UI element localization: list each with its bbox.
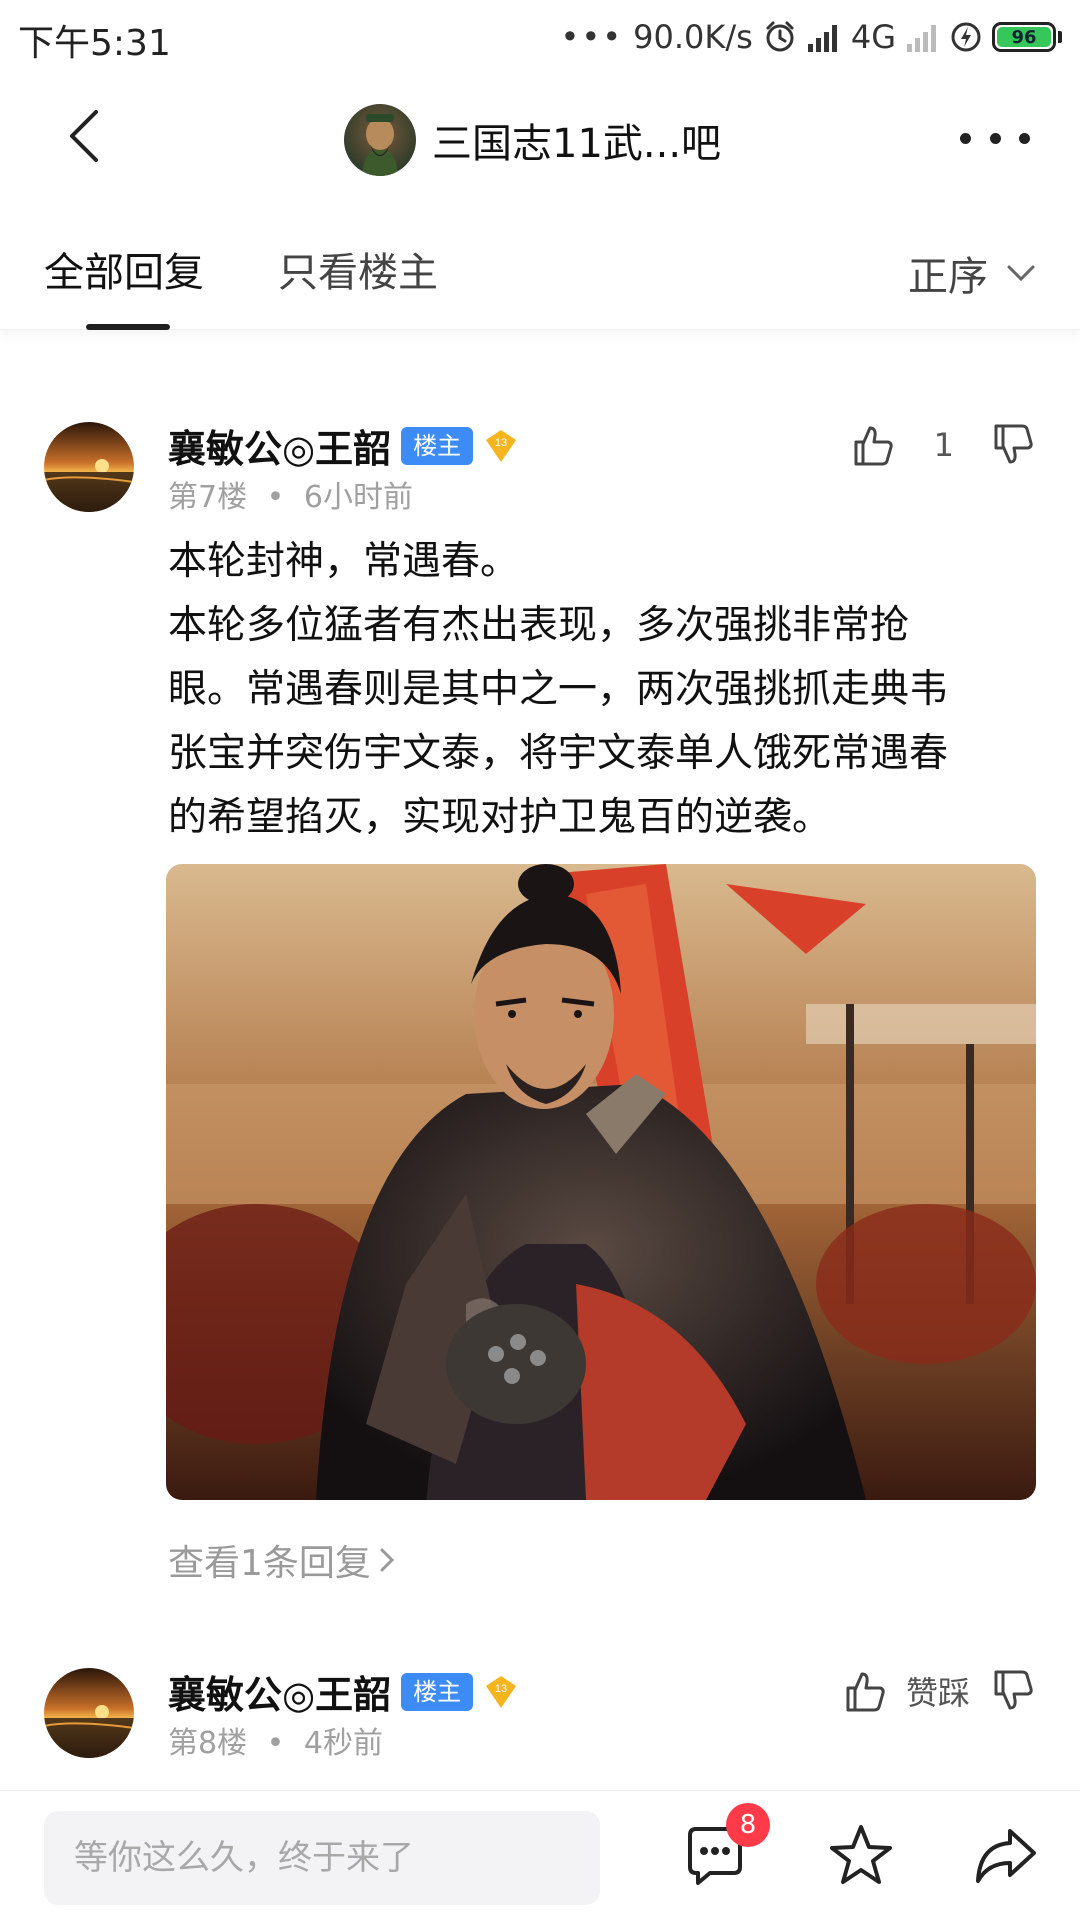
message-count-badge: 8 [726,1803,770,1847]
view-replies-label: 查看1条回复 [168,1543,371,1584]
tab-all-replies[interactable]: 全部回复 [44,240,204,298]
status-bar: 下午5:31 ••• 90.0K/s 4G 96 [0,0,1080,76]
star-icon[interactable] [826,1821,896,1891]
chevron-right-icon [380,1548,395,1572]
reply-post: 襄敏公◎王韶 楼主 13 第7楼 • 6小时前 1 本轮封神，常遇春。 本轮多位… [0,418,1080,1584]
username[interactable]: 襄敏公◎王韶 [168,1664,391,1719]
post-meta: 第8楼 • 4秒前 [168,1718,383,1762]
signal-bars-empty-icon [907,25,936,52]
battery-indicator: 96 [992,22,1062,52]
level-number: 13 [495,437,507,449]
chevron-down-icon [1007,265,1035,282]
more-button[interactable] [960,110,1030,166]
tab-active-indicator [86,324,170,330]
vote-controls: 赞踩 [842,1668,1036,1714]
thumbs-up-icon[interactable] [842,1668,888,1714]
net-speed: 90.0K/s [633,18,753,56]
vote-controls: 1 [850,422,1036,468]
username-row: 襄敏公◎王韶 楼主 13 [168,418,519,473]
bottom-bar: 等你这么久，终于来了 8 [0,1790,1080,1920]
status-icons: ••• 90.0K/s 4G 96 [561,16,1062,58]
level-number: 13 [495,1683,507,1695]
content-line: 眼。常遇春则是其中之一，两次强挑抓走典韦 [168,667,949,712]
post-image[interactable] [166,864,1036,1500]
meta-separator: • [266,1726,285,1761]
battery-level: 96 [997,27,1051,48]
more-dots-icon [960,132,971,144]
thumbs-down-icon[interactable] [990,422,1036,468]
floor-number: 第8楼 [168,1726,248,1761]
reply-input[interactable]: 等你这么久，终于来了 [44,1811,600,1905]
back-button[interactable] [52,100,124,172]
forum-title-button[interactable]: 三国志11武...吧 [344,104,721,176]
level-badge-icon: 13 [486,1675,517,1708]
like-count: 1 [933,426,954,464]
bolt-icon [951,22,981,52]
view-replies-link[interactable]: 查看1条回复 [168,1534,395,1586]
post-time: 6小时前 [303,480,413,515]
username-row: 襄敏公◎王韶 楼主 13 [168,1664,519,1719]
sort-button[interactable]: 正序 [908,244,1036,302]
thumbs-up-icon[interactable] [850,422,896,468]
owner-badge: 楼主 [401,426,474,465]
avatar[interactable] [44,1668,134,1758]
tab-owner-only[interactable]: 只看楼主 [278,240,438,298]
meta-separator: • [266,480,285,515]
content-line: 张宝并突伤宇文泰，将宇文泰单人饿死常遇春 [168,731,949,776]
avatar[interactable] [44,422,134,512]
header: 三国志11武...吧 [0,76,1080,200]
content-line: 本轮多位猛者有杰出表现，多次强挑非常抢 [168,603,910,648]
owner-badge: 楼主 [401,1672,474,1711]
floor-number: 第7楼 [168,480,248,515]
content-line: 的希望掐灭，实现对护卫鬼百的逆袭。 [168,795,832,840]
like-label: 赞踩 [905,1674,970,1712]
post-time: 4秒前 [303,1726,383,1761]
reply-tabs: 全部回复 只看楼主 正序 [0,200,1080,330]
post-meta: 第7楼 • 6小时前 [168,472,413,516]
level-badge-icon: 13 [486,429,517,462]
post-content: 本轮封神，常遇春。 本轮多位猛者有杰出表现，多次强挑非常抢 眼。常遇春则是其中之… [168,530,1042,850]
forum-avatar[interactable] [344,104,416,176]
reply-post: 襄敏公◎王韶 楼主 13 第8楼 • 4秒前 赞踩 [0,1664,1080,1790]
alarm-clock-icon [766,21,794,52]
signal-bars-icon [807,25,837,52]
forum-title: 三国志11武...吧 [432,121,722,167]
content-line: 本轮封神，常遇春。 [168,539,520,584]
thumbs-down-icon[interactable] [990,1668,1036,1714]
status-time: 下午5:31 [18,23,171,64]
username[interactable]: 襄敏公◎王韶 [168,418,391,473]
screen: 下午5:31 ••• 90.0K/s 4G 96 三国志11武...吧 全部回复… [0,0,1080,1920]
network-type: 4G [850,18,896,56]
notification-dots: ••• [560,18,624,56]
share-arrow-icon[interactable] [970,1821,1040,1891]
sort-label: 正序 [908,254,988,300]
